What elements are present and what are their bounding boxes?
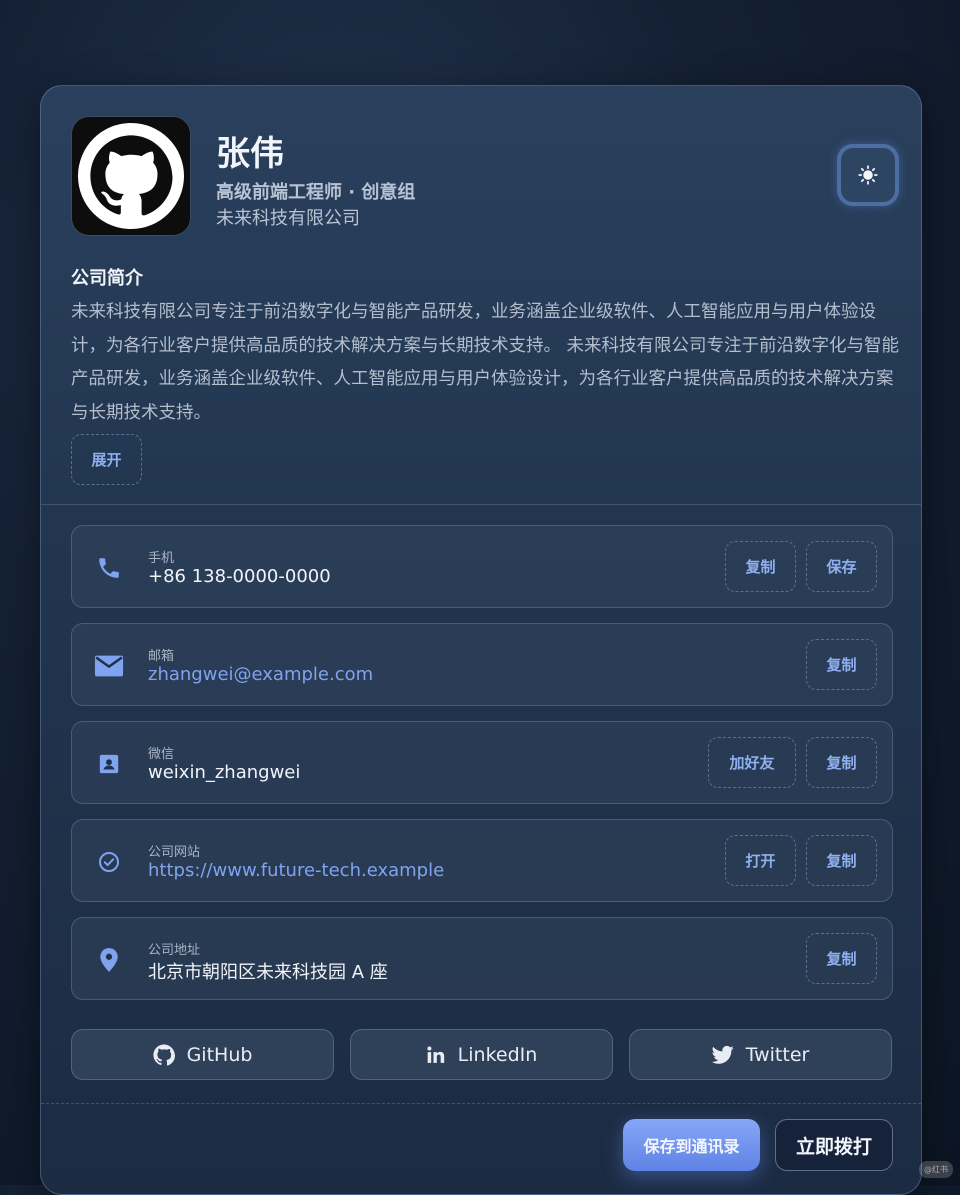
profile-name: 张伟 [216, 134, 284, 174]
github-logo-icon [78, 123, 184, 229]
contact-row-website: 公司网站 https://www.future-tech.example 打开 … [71, 819, 893, 902]
contact-label: 微信 [148, 747, 175, 762]
footer-divider [41, 1103, 921, 1104]
contact-value-address: 北京市朝阳区未来科技园 A 座 [148, 962, 388, 983]
copy-website-button[interactable]: 复制 [806, 835, 877, 886]
twitter-label: Twitter [745, 1043, 810, 1066]
avatar [71, 116, 191, 236]
theme-toggle-button[interactable] [837, 144, 899, 206]
contact-row-address: 公司地址 北京市朝阳区未来科技园 A 座 复制 [71, 917, 893, 1000]
twitter-icon [711, 1045, 734, 1064]
add-friend-button[interactable]: 加好友 [708, 737, 796, 788]
save-phone-button[interactable]: 保存 [806, 541, 877, 592]
contact-row-wechat: 微信 weixin_zhangwei 加好友 复制 [71, 721, 893, 804]
section-divider [41, 504, 921, 505]
github-label: GitHub [186, 1043, 253, 1066]
github-icon [153, 1043, 175, 1066]
contact-value-website[interactable]: https://www.future-tech.example [148, 860, 444, 881]
contact-value-wechat: weixin_zhangwei [148, 762, 301, 783]
mail-icon [94, 651, 124, 681]
contact-row-phone: 手机 +86 138-0000-0000 复制 保存 [71, 525, 893, 608]
contact-label: 邮箱 [148, 649, 175, 664]
linkedin-icon [427, 1046, 444, 1063]
contact-label: 公司地址 [148, 943, 201, 958]
contact-value-email[interactable]: zhangwei@example.com [148, 664, 373, 685]
profile-title: 高级前端工程师 · 创意组 [216, 182, 416, 203]
save-to-contacts-button[interactable]: 保存到通讯录 [623, 1119, 760, 1171]
about-heading: 公司简介 [71, 268, 143, 289]
verified-check-icon [94, 847, 124, 877]
contact-label: 手机 [148, 551, 175, 566]
contact-label: 公司网站 [148, 845, 201, 860]
copy-phone-button[interactable]: 复制 [725, 541, 796, 592]
copy-wechat-button[interactable]: 复制 [806, 737, 877, 788]
copy-email-button[interactable]: 复制 [806, 639, 877, 690]
location-pin-icon [94, 945, 124, 975]
profile-company: 未来科技有限公司 [216, 208, 360, 229]
phone-icon [94, 553, 124, 583]
linkedin-label: LinkedIn [457, 1043, 538, 1066]
business-card: 张伟 高级前端工程师 · 创意组 未来科技有限公司 公司简介 未来科技有限公司专… [40, 85, 922, 1195]
about-text: 未来科技有限公司专注于前沿数字化与智能产品研发，业务涵盖企业级软件、人工智能应用… [71, 302, 900, 423]
watermark: @红书 [919, 1161, 953, 1178]
sun-icon [858, 165, 878, 185]
twitter-button[interactable]: Twitter [629, 1029, 892, 1080]
contact-row-email: 邮箱 zhangwei@example.com 复制 [71, 623, 893, 706]
contact-card-icon [94, 749, 124, 779]
linkedin-button[interactable]: LinkedIn [350, 1029, 613, 1080]
github-button[interactable]: GitHub [71, 1029, 334, 1080]
expand-button[interactable]: 展开 [71, 434, 142, 485]
call-now-button[interactable]: 立即拨打 [775, 1119, 893, 1171]
contact-value-phone: +86 138-0000-0000 [148, 566, 331, 587]
open-website-button[interactable]: 打开 [725, 835, 796, 886]
copy-address-button[interactable]: 复制 [806, 933, 877, 984]
